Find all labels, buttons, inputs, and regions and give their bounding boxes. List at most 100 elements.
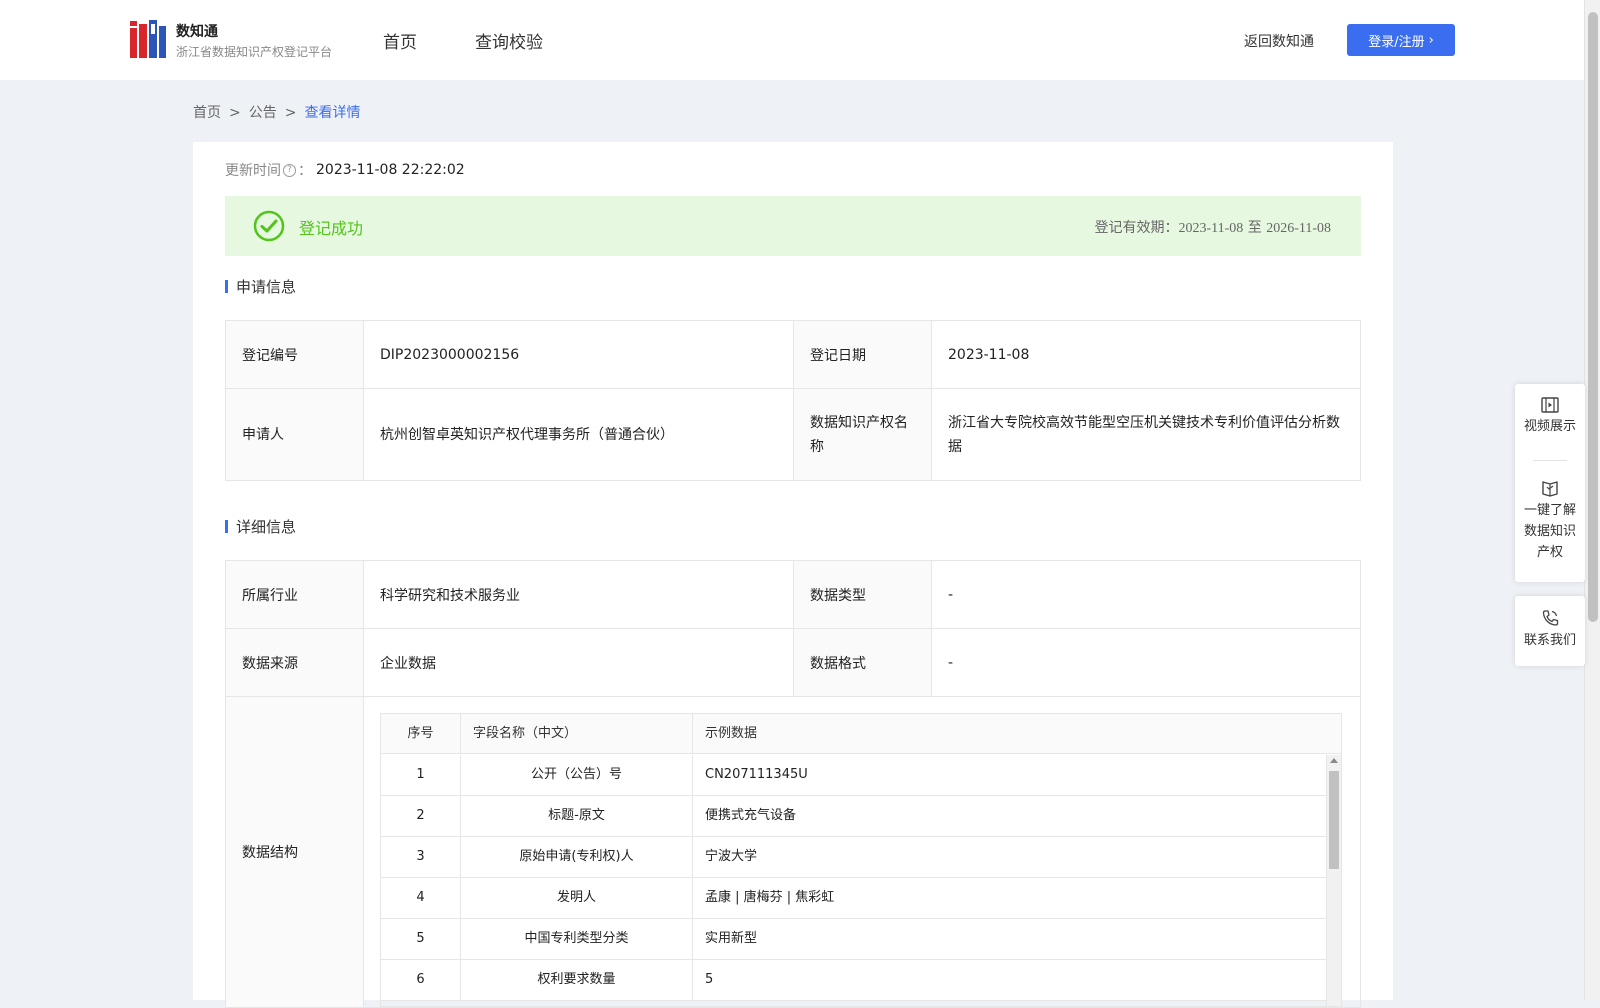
validity-separator: 至 xyxy=(1247,220,1262,236)
nav-home[interactable]: 首页 xyxy=(383,28,417,53)
section-title-detail: 详细信息 xyxy=(225,516,296,537)
learn-line-1: 一键了解 xyxy=(1523,503,1576,518)
video-showcase-label: 视频展示 xyxy=(1523,419,1576,434)
book-icon xyxy=(1542,481,1558,497)
status-text: 登记成功 xyxy=(299,219,364,238)
validity-period: 登记有效期：2023-11-08 至 2026-11-08 xyxy=(1094,217,1331,237)
check-circle-icon xyxy=(253,210,285,242)
login-register-button[interactable]: 登录/注册 › xyxy=(1347,24,1455,56)
panel-divider xyxy=(1533,460,1567,461)
nav-query-verify[interactable]: 查询校验 xyxy=(475,28,543,53)
page-scrollbar[interactable] xyxy=(1584,0,1600,1000)
breadcrumb-separator: > xyxy=(284,105,297,121)
ip-name-value: 浙江省大专院校高效节能型空压机关键技术专利价值评估分析数据 xyxy=(931,388,1361,481)
page-scrollbar-thumb[interactable] xyxy=(1588,12,1598,622)
row-field: 标题-原文 xyxy=(461,796,693,836)
col-header-sample: 示例数据 xyxy=(705,726,758,741)
row-sample: CN207111345U xyxy=(705,767,808,782)
breadcrumb-current: 查看详情 xyxy=(304,105,361,121)
col-header-field: 字段名称（中文） xyxy=(461,714,693,753)
data-structure-cell: 序号 字段名称（中文） 示例数据 1 公开（公告）号 CN207111345U … xyxy=(363,696,1361,1008)
row-sample: 宁波大学 xyxy=(705,849,758,864)
top-header: 数知通 浙江省数据知识产权登记平台 首页 查询校验 返回数知通 登录/注册 › xyxy=(0,0,1584,80)
learn-line-3: 产权 xyxy=(1536,545,1563,560)
brand-subtitle: 浙江省数据知识产权登记平台 xyxy=(176,45,333,59)
return-link[interactable]: 返回数知通 xyxy=(1244,31,1314,51)
login-register-label: 登录/注册 xyxy=(1368,34,1425,50)
row-field: 发明人 xyxy=(461,878,693,918)
detail-info-table: 所属行业 科学研究和技术服务业 数据类型 - 数据来源 企业数据 数据格式 - … xyxy=(225,560,1361,1008)
breadcrumb-home[interactable]: 首页 xyxy=(193,105,221,121)
structure-scrollbar[interactable] xyxy=(1326,755,1341,1006)
scroll-up-arrow-icon[interactable] xyxy=(1330,758,1338,763)
row-no: 4 xyxy=(381,878,461,918)
ip-name-label: 数据知识产权名称 xyxy=(793,388,932,481)
section-marker xyxy=(225,280,228,293)
row-no: 2 xyxy=(381,796,461,836)
table-row: 申请人 杭州创智卓英知识产权代理事务所（普通合伙） 数据知识产权名称 浙江省大专… xyxy=(225,388,1361,481)
structure-scrollbar-thumb[interactable] xyxy=(1329,771,1339,869)
question-icon[interactable]: ? xyxy=(283,163,296,177)
table-row: 6 权利要求数量 5 xyxy=(381,960,1327,1001)
row-sample: 便携式充气设备 xyxy=(705,808,797,823)
data-format-label: 数据格式 xyxy=(793,628,932,697)
contact-us-button[interactable]: 联系我们 xyxy=(1515,608,1585,651)
table-row: 所属行业 科学研究和技术服务业 数据类型 - xyxy=(225,560,1361,629)
applicant-label: 申请人 xyxy=(225,388,364,481)
section-title-apply-text: 申请信息 xyxy=(236,278,297,296)
row-sample: 实用新型 xyxy=(705,931,758,946)
table-row: 3 原始申请(专利权)人 宁波大学 xyxy=(381,837,1327,878)
data-structure-label: 数据结构 xyxy=(225,696,364,1008)
video-showcase-button[interactable]: 视频展示 xyxy=(1515,396,1585,437)
data-type-label: 数据类型 xyxy=(793,560,932,629)
data-type-value: - xyxy=(931,560,1361,629)
table-row: 4 发明人 孟康 | 唐梅芬 | 焦彩虹 xyxy=(381,878,1327,919)
row-sample: 5 xyxy=(705,972,714,987)
detail-card: 更新时间 ? ： 2023-11-08 22:22:02 登记成功 登记有效期：… xyxy=(193,142,1393,1008)
update-time-row: 更新时间 ? ： 2023-11-08 22:22:02 xyxy=(225,160,465,180)
industry-label: 所属行业 xyxy=(225,560,364,629)
data-format-value: - xyxy=(931,628,1361,697)
update-time-label: 更新时间 xyxy=(225,163,281,179)
contact-us-label: 联系我们 xyxy=(1523,633,1576,648)
row-no: 5 xyxy=(381,919,461,959)
section-marker xyxy=(225,520,228,533)
table-row: 5 中国专利类型分类 实用新型 xyxy=(381,919,1327,960)
floating-contact-panel: 联系我们 xyxy=(1515,596,1585,666)
reg-date-value: 2023-11-08 xyxy=(931,320,1361,389)
row-field: 权利要求数量 xyxy=(461,960,693,1000)
floating-help-panel: 视频展示 一键了解 数据知识 产权 xyxy=(1515,384,1585,582)
reg-date-label: 登记日期 xyxy=(793,320,932,389)
industry-value: 科学研究和技术服务业 xyxy=(363,560,794,629)
row-no: 1 xyxy=(381,755,461,795)
validity-label: 登记有效期： xyxy=(1094,220,1179,236)
section-title-apply: 申请信息 xyxy=(225,276,296,297)
validity-from: 2023-11-08 xyxy=(1178,221,1244,236)
table-row: 1 公开（公告）号 CN207111345U xyxy=(381,755,1327,796)
brand-logo-icon[interactable] xyxy=(130,20,166,58)
table-row: 数据来源 企业数据 数据格式 - xyxy=(225,628,1361,697)
row-field: 公开（公告）号 xyxy=(461,755,693,795)
breadcrumb-notice[interactable]: 公告 xyxy=(249,105,277,121)
row-sample: 孟康 | 唐梅芬 | 焦彩虹 xyxy=(705,890,835,905)
table-row: 数据结构 序号 字段名称（中文） 示例数据 1 公开（公告）号 CN207111… xyxy=(225,696,1361,1008)
data-source-label: 数据来源 xyxy=(225,628,364,697)
table-row: 2 标题-原文 便携式充气设备 xyxy=(381,796,1327,837)
learn-line-2: 数据知识 xyxy=(1523,524,1576,539)
table-row: 登记编号 DIP2023000002156 登记日期 2023-11-08 xyxy=(225,320,1361,389)
row-no: 6 xyxy=(381,960,461,1000)
update-time-colon: ： xyxy=(298,163,312,179)
data-structure-body[interactable]: 1 公开（公告）号 CN207111345U 2 标题-原文 便携式充气设备 3… xyxy=(381,755,1327,1001)
reg-no-value: DIP2023000002156 xyxy=(363,320,794,389)
phone-icon xyxy=(1542,610,1559,626)
data-structure-header: 序号 字段名称（中文） 示例数据 xyxy=(381,714,1341,754)
status-banner: 登记成功 登记有效期：2023-11-08 至 2026-11-08 xyxy=(225,196,1361,256)
brand-name: 数知通 xyxy=(176,24,218,40)
row-no: 3 xyxy=(381,837,461,877)
col-header-no: 序号 xyxy=(381,714,461,753)
learn-data-ip-button[interactable]: 一键了解 数据知识 产权 xyxy=(1515,478,1585,563)
chevron-right-icon: › xyxy=(1428,32,1434,48)
row-field: 中国专利类型分类 xyxy=(461,919,693,959)
section-title-detail-text: 详细信息 xyxy=(236,518,297,536)
breadcrumb-separator: > xyxy=(229,105,241,121)
